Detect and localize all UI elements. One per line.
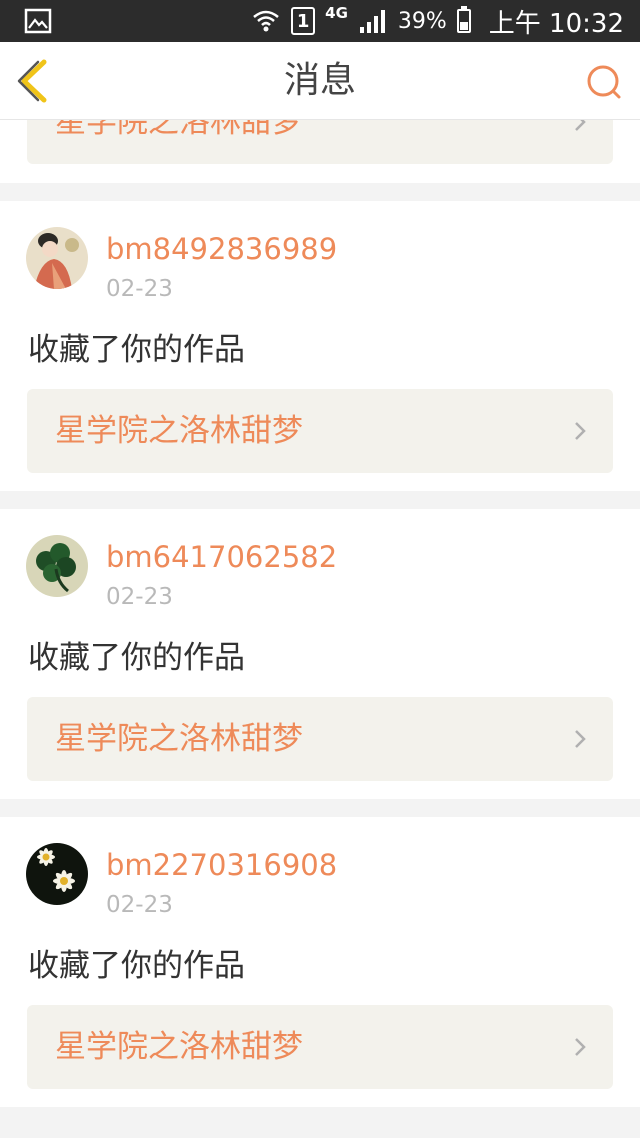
work-link[interactable]: 星学院之洛林甜梦 xyxy=(27,697,613,781)
chevron-right-icon xyxy=(575,120,586,131)
message-card-partial: 星学院之洛林甜梦 xyxy=(0,120,640,183)
signal-icon xyxy=(359,10,385,33)
search-icon[interactable] xyxy=(584,62,624,102)
work-link[interactable]: 星学院之洛林甜梦 xyxy=(27,389,613,473)
action-text: 收藏了你的作品 xyxy=(28,948,245,984)
chevron-right-icon xyxy=(575,730,586,748)
work-link[interactable]: 星学院之洛林甜梦 xyxy=(27,120,613,164)
page-title: 消息 xyxy=(283,60,356,101)
action-text: 收藏了你的作品 xyxy=(28,332,245,368)
work-title: 星学院之洛林甜梦 xyxy=(55,1029,303,1065)
username[interactable]: bm2270316908 xyxy=(106,845,337,885)
work-title: 星学院之洛林甜梦 xyxy=(55,120,303,140)
work-title: 星学院之洛林甜梦 xyxy=(55,413,303,449)
avatar[interactable] xyxy=(26,843,88,905)
network-type: 4G xyxy=(325,4,348,22)
battery-percent: 39% xyxy=(397,8,447,34)
gallery-icon xyxy=(24,8,52,34)
message-date: 02-23 xyxy=(106,276,173,302)
work-title: 星学院之洛林甜梦 xyxy=(55,721,303,757)
message-list[interactable]: 星学院之洛林甜梦 bm8492836989 02-23 收藏了你的作品 星学院之… xyxy=(0,120,640,1138)
chevron-right-icon xyxy=(575,422,586,440)
chevron-right-icon xyxy=(575,1038,586,1056)
message-card: bm6417062582 02-23 收藏了你的作品 星学院之洛林甜梦 xyxy=(0,509,640,799)
message-card: bm8492836989 02-23 收藏了你的作品 星学院之洛林甜梦 xyxy=(0,201,640,491)
wifi-icon xyxy=(253,10,279,32)
sim-icon: 1 xyxy=(291,7,316,35)
action-text: 收藏了你的作品 xyxy=(28,640,245,676)
avatar[interactable] xyxy=(26,535,88,597)
username[interactable]: bm6417062582 xyxy=(106,537,337,577)
message-date: 02-23 xyxy=(106,584,173,610)
clock: 上午 10:32 xyxy=(488,8,624,39)
status-bar: 1 4G 39% 上午 10:32 xyxy=(0,0,640,42)
work-link[interactable]: 星学院之洛林甜梦 xyxy=(27,1005,613,1089)
username[interactable]: bm8492836989 xyxy=(106,229,337,269)
battery-icon xyxy=(456,6,471,33)
avatar[interactable] xyxy=(26,227,88,289)
message-card: bm2270316908 02-23 收藏了你的作品 星学院之洛林甜梦 xyxy=(0,817,640,1107)
message-date: 02-23 xyxy=(106,892,173,918)
app-header: 消息 xyxy=(0,42,640,120)
